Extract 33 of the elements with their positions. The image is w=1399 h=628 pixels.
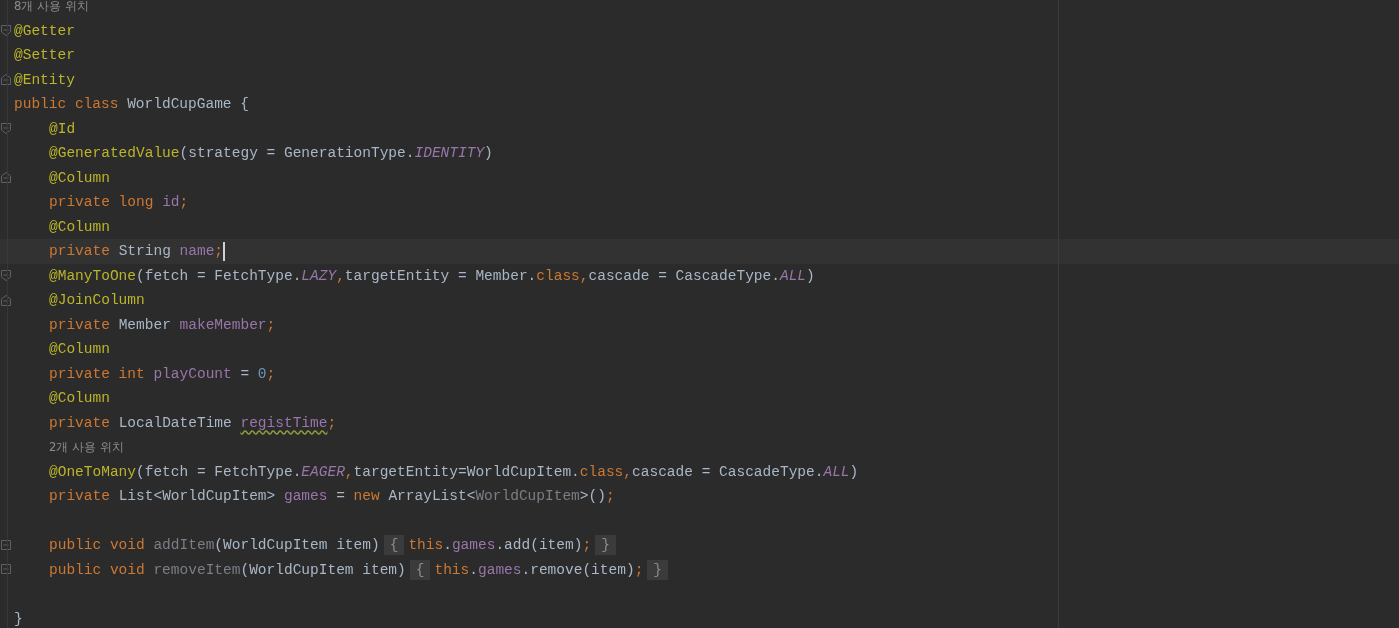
code-line: @Id xyxy=(49,120,76,137)
code-line: @Column xyxy=(49,169,110,186)
code-line: public class WorldCupGame { xyxy=(14,96,249,112)
fold-icon[interactable] xyxy=(0,24,12,38)
code-line: @GeneratedValue(strategy = GenerationType.IDENTITY) xyxy=(49,145,493,161)
code-line: private long id; xyxy=(49,194,189,210)
code-line: } xyxy=(14,610,23,627)
code-line: @Column xyxy=(49,390,110,406)
code-line: @Entity xyxy=(14,71,75,88)
code-line: public void removeItem(WorldCupItem item) { this.games.remove(item); } xyxy=(49,561,673,578)
code-line: private String name; xyxy=(49,243,224,259)
code-line: private int playCount = 0; xyxy=(49,365,276,382)
fold-icon[interactable] xyxy=(0,171,12,185)
code-line: private LocalDateTime registTime; xyxy=(49,414,337,431)
code-line: public void addItem(WorldCupItem item) { this.games.add(item); } xyxy=(49,537,620,553)
fold-icon[interactable] xyxy=(0,293,12,307)
code-line: @Column xyxy=(49,218,110,235)
fold-icon[interactable] xyxy=(0,563,12,577)
fold-icon[interactable] xyxy=(0,73,12,87)
fold-icon[interactable] xyxy=(0,269,12,283)
code-line: @JoinColumn xyxy=(49,292,145,308)
fold-icon[interactable] xyxy=(0,122,12,136)
code-line: @Column xyxy=(49,341,110,357)
code-line: @Getter xyxy=(14,22,75,39)
code-line: private Member makeMember; xyxy=(49,316,276,333)
code-line: private List<WorldCupItem> games = new ArrayList<WorldCupItem>(); xyxy=(49,488,615,504)
code-line: @OneToMany(fetch = FetchType.EAGER,targetEntity=WorldCupItem.class,cascade = CascadeType.ALL) xyxy=(49,463,859,480)
fold-icon[interactable] xyxy=(0,538,12,552)
code-line: @ManyToOne(fetch = FetchType.LAZY,targetEntity = Member.class,cascade = CascadeType.ALL) xyxy=(49,267,815,284)
usage-hint[interactable]: 8개 사용 위치 xyxy=(14,0,89,13)
usage-hint[interactable]: 2개 사용 위치 xyxy=(49,440,124,454)
text-cursor xyxy=(223,241,226,261)
code-line: @Setter xyxy=(14,47,75,63)
